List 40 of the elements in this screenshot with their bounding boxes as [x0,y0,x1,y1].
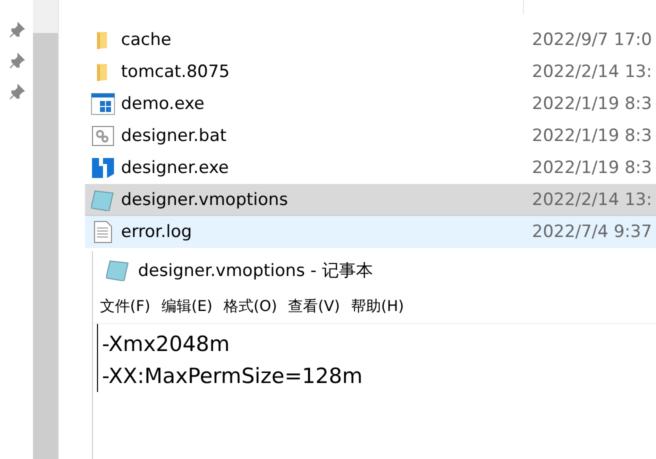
file-name: designer.exe [121,158,230,178]
menu-item[interactable]: 文件(F) [100,296,150,316]
file-name: error.log [121,222,193,242]
menu-item[interactable]: 帮助(H) [351,296,404,316]
modified-date: 2022/9/7 17:0 [532,30,652,50]
modified-date: 2022/1/19 8:3 [532,126,652,146]
menu-item[interactable]: 查看(V) [288,296,340,316]
file-name: designer.vmoptions [121,190,289,210]
file-row[interactable]: designer.bat 2022/1/19 8:3 [85,120,656,152]
text-line: -Xmx2048m [102,331,231,358]
folder-icon [96,30,110,50]
file-row[interactable]: error.log 2022/7/4 9:37 [85,216,656,248]
text-line: -XX:MaxPermSize=128m [102,363,364,390]
file-name: designer.bat [121,126,228,146]
window-icon [91,92,115,114]
modified-date: 2022/2/14 13: [532,190,652,210]
notepad-icon [91,188,115,210]
menu-item[interactable]: 编辑(E) [161,296,213,316]
file-row[interactable]: designer.exe 2022/1/19 8:3 [85,152,656,184]
file-row[interactable]: designer.vmoptions 2022/2/14 13: [85,184,656,216]
file-name: cache [121,30,172,50]
gears-icon [92,126,114,146]
text-file-icon [94,220,112,242]
file-name: tomcat.8075 [121,62,231,82]
menu-item[interactable]: 格式(O) [224,296,278,316]
file-row[interactable]: tomcat.8075 2022/2/14 13: [85,56,656,88]
pin-icon[interactable] [8,84,24,100]
notepad-icon [106,259,130,281]
window-title: designer.vmoptions - 记事本 [138,260,373,282]
file-row[interactable]: cache 2022/9/7 17:0 [85,24,656,56]
modified-date: 2022/7/4 9:37 [532,222,652,242]
modified-date: 2022/2/14 13: [532,62,652,82]
folder-icon [96,62,110,82]
modified-date: 2022/1/19 8:3 [532,158,652,178]
modified-date: 2022/1/19 8:3 [532,94,652,114]
designer-app-icon [92,156,114,180]
pin-icon[interactable] [8,22,24,38]
pin-icon[interactable] [8,53,24,69]
file-row[interactable]: demo.exe 2022/1/19 8:3 [85,88,656,120]
file-name: demo.exe [121,94,206,114]
